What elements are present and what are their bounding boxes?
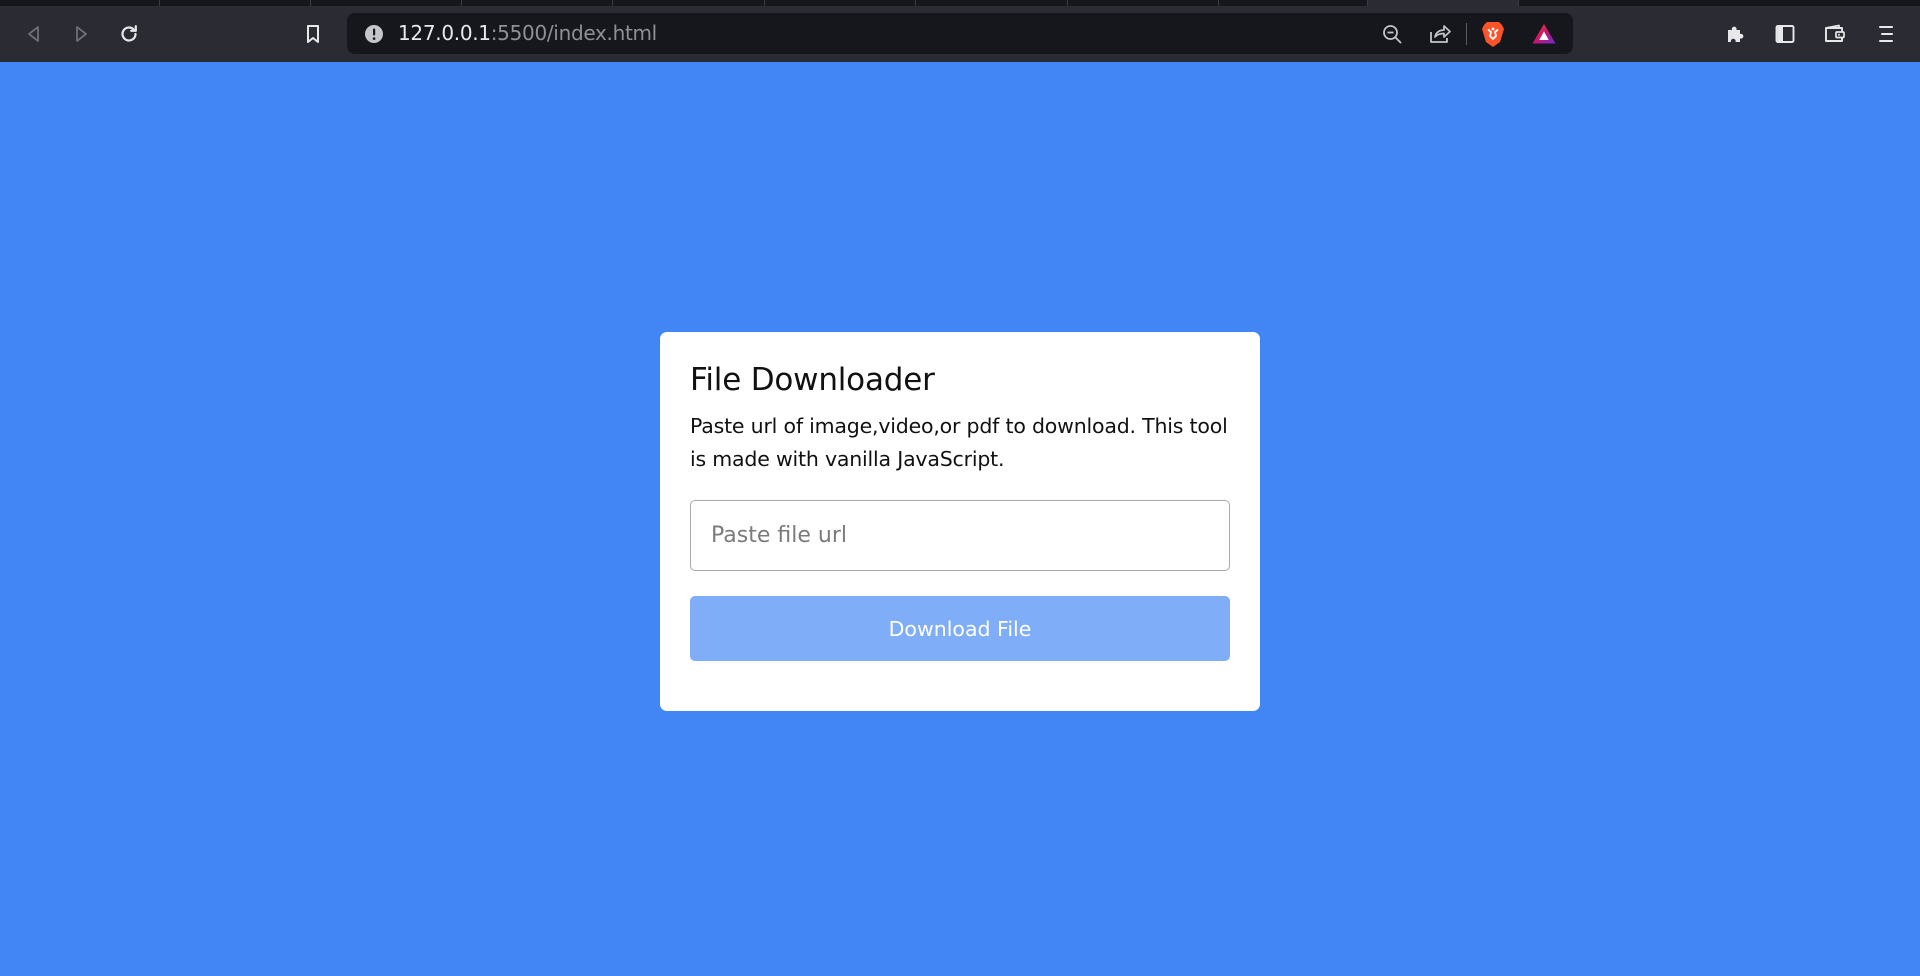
forward-icon xyxy=(71,24,91,44)
wallet-icon xyxy=(1823,23,1847,45)
page-description: Paste url of image,video,or pdf to downl… xyxy=(690,414,1228,471)
bookmark-button[interactable] xyxy=(295,6,331,62)
sidebar-button[interactable] xyxy=(1767,6,1803,62)
hamburger-menu-icon xyxy=(1876,23,1896,45)
extensions-button[interactable] xyxy=(1718,6,1754,62)
browser-toolbar: 127.0.0.1:5500/index.html xyxy=(0,6,1920,62)
forward-button[interactable] xyxy=(63,6,99,62)
info-icon[interactable] xyxy=(363,13,385,54)
address-bar[interactable]: 127.0.0.1:5500/index.html xyxy=(347,13,1573,54)
menu-button[interactable] xyxy=(1868,6,1904,62)
download-file-button[interactable]: Download File xyxy=(690,596,1230,661)
page-title: File Downloader xyxy=(690,362,935,398)
address-path: :5500/index.html xyxy=(490,21,658,45)
zoom-out-icon[interactable] xyxy=(1377,13,1407,54)
back-icon xyxy=(24,24,44,44)
address-host: 127.0.0.1 xyxy=(398,21,491,45)
sidebar-icon xyxy=(1774,23,1796,45)
reload-icon xyxy=(118,23,140,45)
wallet-button[interactable] xyxy=(1817,6,1853,62)
address-text[interactable]: 127.0.0.1:5500/index.html xyxy=(398,13,657,54)
back-button[interactable] xyxy=(16,6,52,62)
puzzle-icon xyxy=(1724,22,1748,46)
share-icon[interactable] xyxy=(1425,13,1455,54)
file-url-input[interactable] xyxy=(690,500,1230,571)
bookmark-icon xyxy=(303,23,323,45)
address-divider xyxy=(1466,23,1467,45)
downloader-card: File Downloader Paste url of image,video… xyxy=(660,332,1260,711)
brave-rewards-icon[interactable] xyxy=(1529,13,1559,54)
reload-button[interactable] xyxy=(111,6,147,62)
brave-shields-icon[interactable] xyxy=(1478,13,1508,54)
